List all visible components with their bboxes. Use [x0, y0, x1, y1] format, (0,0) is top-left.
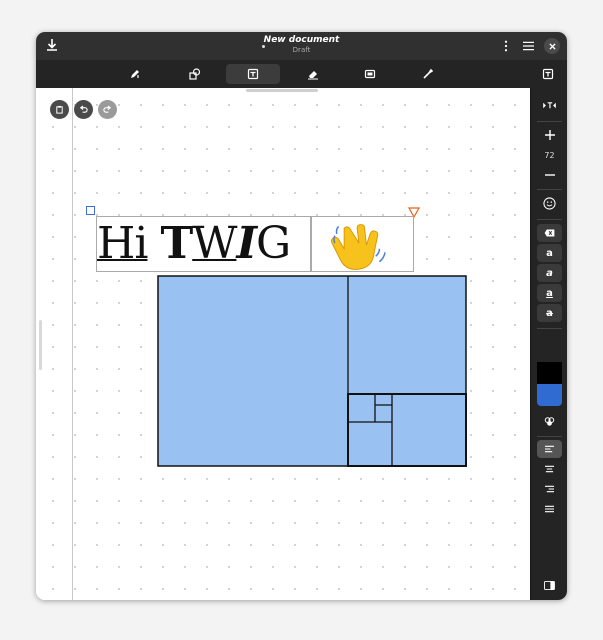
text-g: G [256, 218, 291, 269]
text-hi: Hi [97, 218, 148, 269]
document-title: New document [263, 35, 340, 45]
close-icon [548, 42, 556, 50]
sidebar-separator [537, 121, 562, 122]
align-justify-button[interactable] [537, 500, 562, 518]
align-center-icon [545, 465, 554, 473]
text-box[interactable]: Hi TWIG [96, 216, 311, 272]
primary-color-swatch[interactable] [537, 362, 562, 384]
text-settings-sidebar: 72 a a a a [530, 88, 567, 600]
selector-icon [364, 69, 376, 79]
align-left-icon [545, 445, 554, 453]
clipboard-icon [56, 105, 63, 114]
font-size-decrease-button[interactable] [537, 166, 562, 184]
text-icon [247, 68, 259, 80]
golden-outer-rect [157, 275, 467, 467]
main-menu-button[interactable] [519, 37, 537, 55]
pen-icon [131, 70, 139, 78]
strikethrough-label: a [546, 307, 553, 319]
selection-handle-square[interactable] [86, 206, 95, 215]
golden-rectangle-shape[interactable] [157, 275, 467, 467]
paste-button[interactable] [50, 100, 69, 119]
italic-label: a [546, 267, 553, 279]
tool-bar [36, 60, 567, 88]
eraser-tool-button[interactable] [286, 64, 340, 84]
toggle-sidebar-button[interactable] [537, 576, 562, 594]
shapes-icon [189, 68, 201, 80]
text-tool-settings-button[interactable] [531, 64, 565, 84]
text-box-icon [543, 101, 556, 108]
underline-label: a [546, 287, 553, 299]
sidebar-separator [537, 436, 562, 437]
sidebar-separator [537, 328, 562, 329]
align-right-icon [545, 485, 554, 493]
text-t-bold: T [160, 218, 193, 269]
clear-formatting-button[interactable] [537, 224, 562, 242]
wrench-icon [423, 68, 434, 79]
text-box-content: Hi TWIG [97, 218, 291, 269]
sidebar-toggle-icon [544, 580, 555, 590]
waving-hand-icon [330, 224, 386, 270]
eraser-icon [308, 71, 318, 80]
hamburger-icon [522, 41, 534, 51]
more-options-button[interactable] [497, 37, 515, 55]
smiley-icon [543, 196, 556, 210]
undo-icon [79, 105, 88, 113]
minus-icon [544, 174, 555, 176]
vertical-dots-icon [504, 40, 508, 52]
backspace-icon [544, 229, 555, 237]
bold-label: a [546, 247, 553, 259]
undo-button[interactable] [74, 100, 93, 119]
italic-button[interactable]: a [537, 264, 562, 282]
underline-button[interactable]: a [537, 284, 562, 302]
text-tool-button[interactable] [226, 64, 280, 84]
font-size-value: 72 [544, 151, 555, 160]
text-i-bold-italic: I [236, 218, 257, 269]
shapes-tool-button[interactable] [168, 64, 222, 84]
text-to-shape-button[interactable] [537, 96, 562, 114]
bold-button[interactable]: a [537, 244, 562, 262]
redo-icon [103, 105, 112, 113]
align-center-button[interactable] [537, 460, 562, 478]
strikethrough-button[interactable]: a [537, 304, 562, 322]
title-block: New document Draft [36, 35, 567, 54]
emoji-picker-button[interactable] [537, 194, 562, 212]
plus-icon [544, 130, 555, 140]
close-button[interactable] [544, 38, 560, 54]
emoji-box[interactable] [311, 216, 414, 272]
canvas-top-handle[interactable] [246, 89, 318, 92]
align-right-button[interactable] [537, 480, 562, 498]
sidebar-separator [537, 219, 562, 220]
text-w-underlined: W [192, 218, 237, 269]
sidebar-separator [537, 189, 562, 190]
align-left-button[interactable] [537, 440, 562, 458]
scroll-grip[interactable] [39, 320, 42, 370]
document-subtitle: Draft [292, 46, 311, 54]
pen-tool-button[interactable] [108, 64, 162, 84]
align-justify-icon [545, 505, 554, 513]
tools-tool-button[interactable] [401, 64, 455, 84]
redo-button[interactable] [98, 100, 117, 119]
selector-tool-button[interactable] [343, 64, 397, 84]
color-palette-button[interactable] [537, 412, 562, 430]
secondary-color-swatch[interactable] [537, 384, 562, 406]
canvas-margin-line [72, 88, 73, 600]
font-size-increase-button[interactable] [537, 126, 562, 144]
text-icon [542, 68, 554, 80]
palette-icon [544, 416, 555, 426]
titlebar: New document Draft [36, 32, 567, 60]
app-window: New document Draft Hi TWIG 72 a a a a [36, 32, 567, 600]
